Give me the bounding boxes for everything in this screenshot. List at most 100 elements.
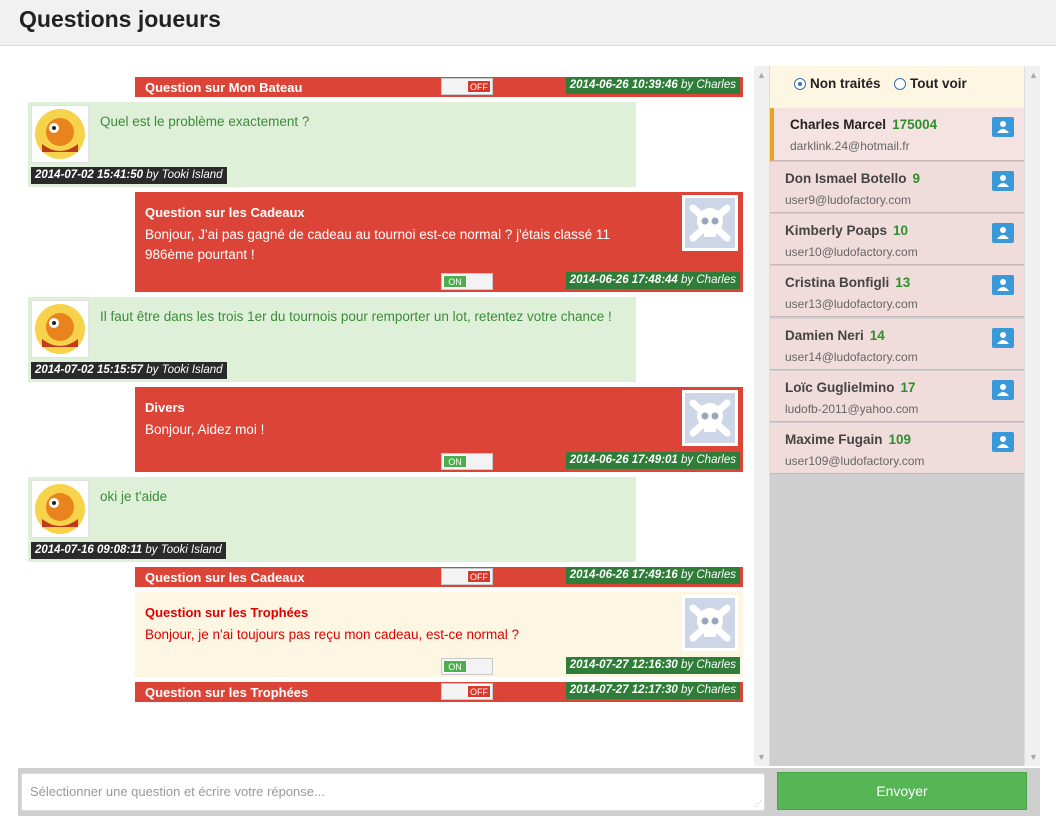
user-icon <box>997 175 1009 187</box>
answer-timestamp: 2014-07-02 15:15:57 by Tooki Island <box>31 362 227 379</box>
toggle-state: OFF <box>467 80 491 93</box>
user-profile-button[interactable] <box>992 328 1014 348</box>
user-email: user9@ludofactory.com <box>785 193 912 207</box>
user-email: user109@ludofactory.com <box>785 454 925 468</box>
user-name: Kimberly Poaps 10 <box>785 223 909 238</box>
toggle-state: ON <box>443 275 467 288</box>
reply-placeholder: Sélectionner une question et écrire votr… <box>30 784 325 799</box>
reply-input[interactable]: Sélectionner une question et écrire votr… <box>21 773 765 811</box>
answer-text: Il faut être dans les trois 1er du tourn… <box>100 309 612 324</box>
user-icon <box>997 121 1009 133</box>
timestamp-date: 2014-06-26 10:39:46 <box>569 79 678 91</box>
user-profile-button[interactable] <box>992 380 1014 400</box>
question-collapsed[interactable]: Question sur les Cadeaux OFF 2014-06-26 … <box>135 567 743 587</box>
user-count: 10 <box>893 223 909 238</box>
toggle-state: OFF <box>467 570 491 583</box>
user-item[interactable]: Don Ismael Botello 9 user9@ludofactory.co… <box>770 162 1024 213</box>
question-card-pending[interactable]: Question sur les Trophées Bonjour, je n'… <box>135 592 743 677</box>
user-count: 9 <box>912 171 921 186</box>
question-card[interactable]: Divers Bonjour, Aidez moi ! ON 2014-06-2… <box>135 387 743 472</box>
user-name: Damien Neri 14 <box>785 328 885 343</box>
user-email: user14@ludofactory.com <box>785 350 918 364</box>
question-title: Question sur les Trophées <box>145 685 309 700</box>
answer-message: oki je t'aide 2014-07-16 09:08:11 by Too… <box>28 477 636 562</box>
answer-text: Quel est le problème exactement ? <box>100 114 310 129</box>
user-item[interactable]: Cristina Bonfigli 13 user13@ludofactory.c… <box>770 266 1024 317</box>
filter-all-label: Tout voir <box>910 76 967 91</box>
reply-composer: Sélectionner une question et écrire votr… <box>18 768 1040 816</box>
user-profile-button[interactable] <box>992 223 1014 243</box>
user-item[interactable]: Damien Neri 14 user14@ludofactory.com <box>770 319 1024 370</box>
status-toggle[interactable]: OFF <box>441 78 493 95</box>
page-title: Questions joueurs <box>19 6 221 32</box>
filter-untreated-label: Non traités <box>810 76 881 91</box>
radio-icon[interactable] <box>894 78 906 90</box>
radio-checked-icon[interactable] <box>794 78 806 90</box>
user-name: Loïc Guglielmino 17 <box>785 380 916 395</box>
question-text: Bonjour, Aidez moi ! <box>145 422 265 437</box>
user-email: user10@ludofactory.com <box>785 245 918 259</box>
timestamp-author: by Tooki Island <box>145 544 222 556</box>
status-toggle[interactable]: OFF <box>441 568 493 585</box>
status-toggle[interactable]: OFF <box>441 683 493 700</box>
feed-scrollbar[interactable]: ▲ ▼ <box>754 66 770 766</box>
user-name: Cristina Bonfigli 13 <box>785 275 911 290</box>
question-text: Bonjour, je n'ai toujours pas reçu mon c… <box>145 627 520 642</box>
user-icon <box>997 436 1009 448</box>
question-title: Question sur les Cadeaux <box>145 570 305 585</box>
question-timestamp: 2014-07-27 12:17:30 by Charles <box>565 682 740 699</box>
timestamp-date: 2014-07-27 12:16:30 <box>569 659 678 671</box>
question-timestamp: 2014-07-27 12:16:30 by Charles <box>565 657 740 674</box>
user-profile-button[interactable] <box>992 117 1014 137</box>
question-collapsed[interactable]: Question sur les Trophées OFF 2014-07-27… <box>135 682 743 702</box>
timestamp-author: by Charles <box>681 274 736 286</box>
timestamp-date: 2014-06-26 17:49:16 <box>569 569 678 581</box>
timestamp-date: 2014-07-16 09:08:11 <box>35 544 143 556</box>
scroll-up-icon[interactable]: ▲ <box>1029 70 1038 80</box>
page-header: Questions joueurs <box>0 0 1056 46</box>
toggle-state: ON <box>443 660 467 673</box>
user-profile-button[interactable] <box>992 432 1014 452</box>
status-toggle[interactable]: ON <box>441 453 493 470</box>
user-icon <box>997 279 1009 291</box>
skull-avatar-icon <box>682 390 738 446</box>
scroll-down-icon[interactable]: ▼ <box>1029 752 1038 762</box>
tooki-island-avatar <box>31 105 89 163</box>
question-timestamp: 2014-06-26 17:48:44 by Charles <box>565 272 740 289</box>
scroll-up-icon[interactable]: ▲ <box>757 70 766 80</box>
tooki-island-avatar <box>31 300 89 358</box>
answer-message: Quel est le problème exactement ? 2014-0… <box>28 102 636 187</box>
user-count: 109 <box>888 432 912 447</box>
sidebar-scrollbar[interactable]: ▲ ▼ <box>1024 66 1040 766</box>
status-toggle[interactable]: ON <box>441 658 493 675</box>
timestamp-date: 2014-07-02 15:41:50 <box>35 169 144 181</box>
user-item-selected[interactable]: Charles Marcel 175004 darklink.24@hotmail… <box>770 108 1024 161</box>
question-timestamp: 2014-06-26 17:49:01 by Charles <box>565 452 740 469</box>
question-collapsed[interactable]: Question sur Mon Bateau OFF 2014-06-26 1… <box>135 77 743 97</box>
user-item[interactable]: Loïc Guglielmino 17 ludofb-2011@yahoo.com <box>770 371 1024 422</box>
answer-text: oki je t'aide <box>100 489 168 504</box>
user-icon <box>997 227 1009 239</box>
toggle-state: OFF <box>467 685 491 698</box>
filter-all[interactable]: Tout voir <box>894 76 967 91</box>
scroll-down-icon[interactable]: ▼ <box>757 752 766 762</box>
timestamp-author: by Tooki Island <box>146 364 223 376</box>
user-item[interactable]: Kimberly Poaps 10 user10@ludofactory.com <box>770 214 1024 265</box>
send-button[interactable]: Envoyer <box>777 772 1027 810</box>
skull-avatar-icon <box>682 195 738 251</box>
user-count: 17 <box>900 380 916 395</box>
user-profile-button[interactable] <box>992 275 1014 295</box>
question-text: Bonjour, J'ai pas gagné de cadeau au tou… <box>145 227 610 262</box>
user-profile-button[interactable] <box>992 171 1014 191</box>
user-email: darklink.24@hotmail.fr <box>790 139 910 153</box>
skull-avatar-icon <box>682 595 738 651</box>
resize-grip-icon[interactable]: ⋰ <box>754 799 762 808</box>
filter-untreated[interactable]: Non traités <box>794 76 881 91</box>
timestamp-date: 2014-06-26 17:48:44 <box>569 274 678 286</box>
question-card[interactable]: Question sur les Cadeaux Bonjour, J'ai p… <box>135 192 743 292</box>
user-icon <box>997 384 1009 396</box>
user-name: Maxime Fugain 109 <box>785 432 912 447</box>
answer-timestamp: 2014-07-16 09:08:11 by Tooki Island <box>31 542 226 559</box>
user-item[interactable]: Maxime Fugain 109 user109@ludofactory.com <box>770 423 1024 474</box>
status-toggle[interactable]: ON <box>441 273 493 290</box>
